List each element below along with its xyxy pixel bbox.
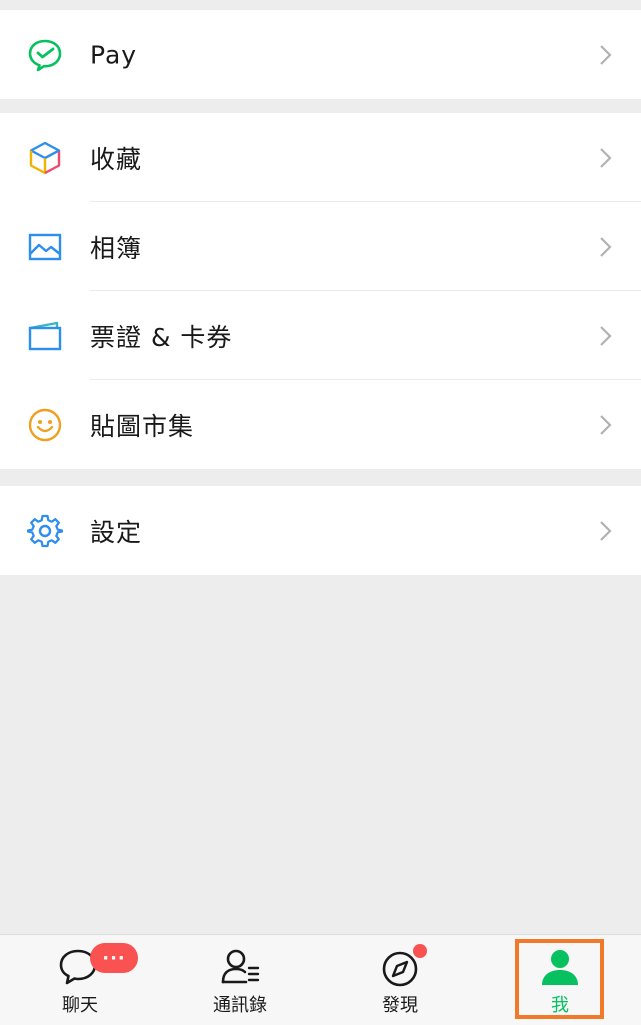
tab-contacts-label: 通訊錄 [213,995,267,1016]
sticker-smile-icon [26,406,64,444]
wechat-pay-icon [26,36,64,74]
chevron-right-icon [600,520,612,541]
chevron-right-icon [600,44,612,65]
settings-group: 設定 [0,486,641,575]
menu-item-favorites[interactable]: 收藏 [0,113,641,202]
menu-item-cards-label: 票證 & 卡券 [90,322,233,352]
menu-item-album[interactable]: 相簿 [0,202,641,291]
menu-item-stickers[interactable]: 貼圖市集 [0,380,641,469]
menu-item-pay[interactable]: Pay [0,10,641,99]
chevron-right-icon [600,147,612,168]
menu-item-stickers-label: 貼圖市集 [90,411,195,441]
tab-contacts[interactable]: 通訊錄 [160,935,320,1025]
features-group: 收藏 相簿 票證 & 卡券 貼圖市集 [0,113,641,469]
contacts-icon [221,949,260,984]
menu-item-settings-label: 設定 [90,517,143,547]
unread-badge: ··· [90,943,138,973]
menu-item-album-label: 相簿 [90,233,143,263]
menu-item-settings[interactable]: 設定 [0,486,641,575]
discover-red-dot [413,944,427,958]
tab-discover-label: 發現 [382,995,418,1016]
highlight-box [515,939,604,1019]
album-picture-icon [26,228,64,266]
menu-item-cards[interactable]: 票證 & 卡券 [0,291,641,380]
chevron-right-icon [600,414,612,435]
tab-discover[interactable]: 發現 [320,935,480,1025]
menu-item-favorites-label: 收藏 [90,144,143,174]
tab-chats[interactable]: ··· 聊天 [0,935,160,1025]
tab-chats-label: 聊天 [62,995,98,1016]
gear-icon [26,512,64,550]
cards-wallet-icon [26,317,64,355]
menu-item-pay-label: Pay [90,40,138,69]
favorites-cube-icon [26,139,64,177]
chevron-right-icon [600,236,612,257]
chevron-right-icon [600,325,612,346]
pay-group: Pay [0,10,641,99]
